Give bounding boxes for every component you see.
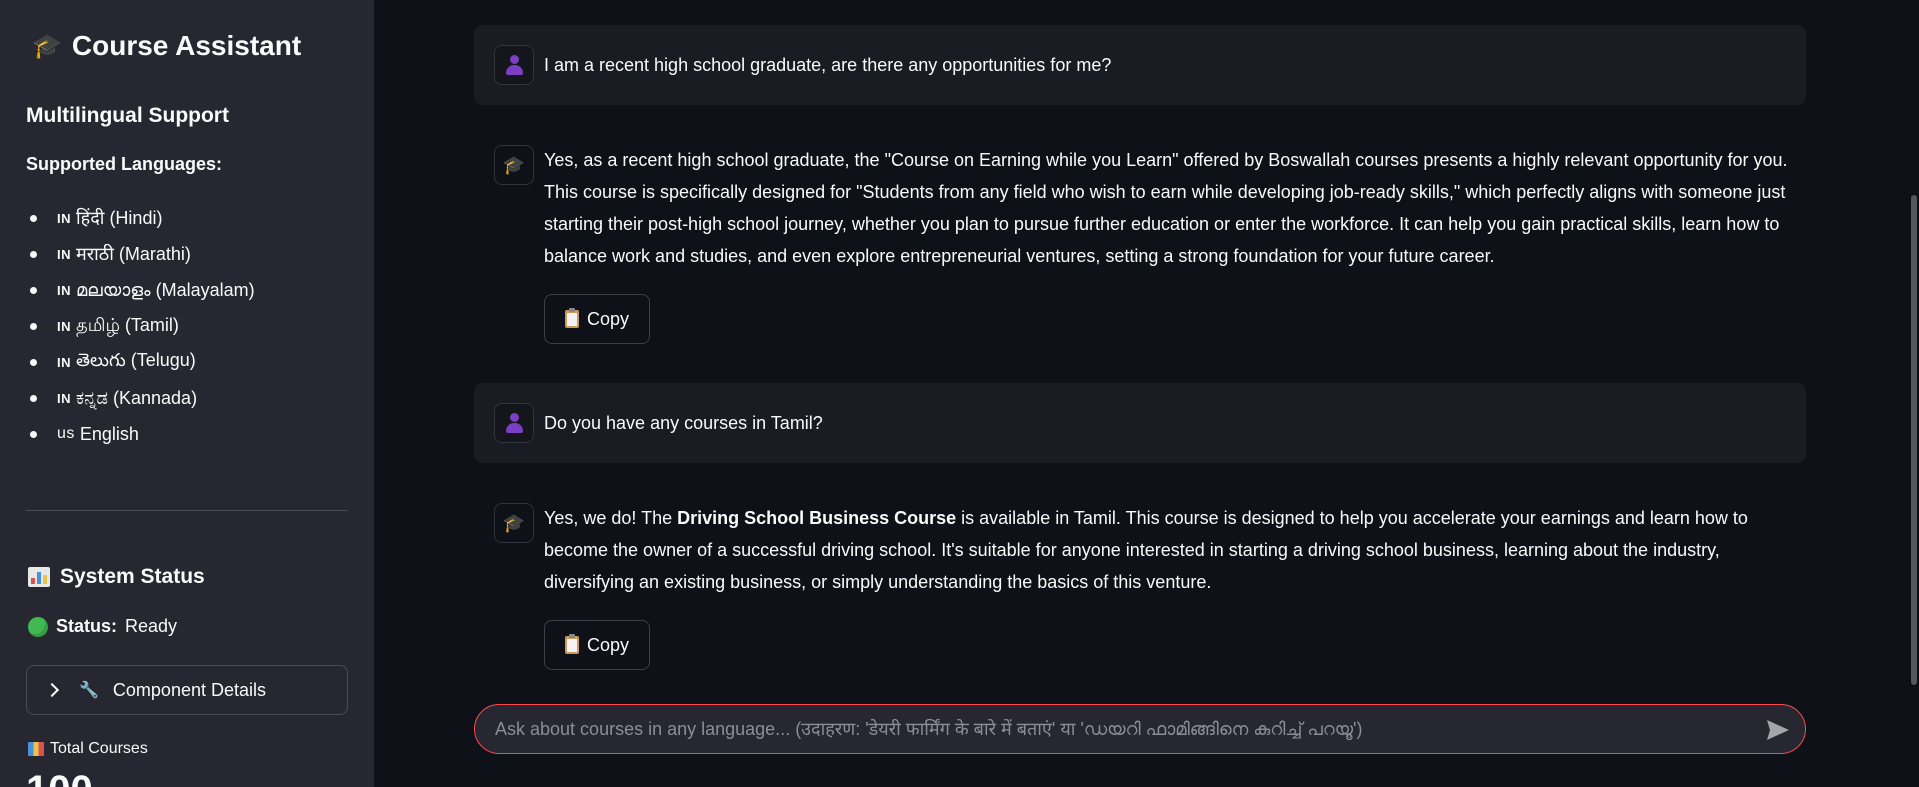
user-message: I am a recent high school graduate, are …	[474, 25, 1806, 105]
message-text: Do you have any courses in Tamil?	[544, 413, 823, 433]
status-value: Ready	[125, 616, 178, 636]
status-line: Status: Ready	[28, 616, 177, 637]
send-button[interactable]	[1765, 717, 1791, 743]
graduation-cap-icon: 🎓	[502, 154, 526, 175]
bullet	[30, 286, 37, 294]
flag-icon: IN	[57, 282, 71, 298]
language-label: मराठी (Marathi)	[76, 244, 191, 264]
app-title: 🎓 Course Assistant	[32, 30, 301, 62]
list-item: IN தமிழ் (Tamil)	[26, 308, 356, 344]
message-text: Yes, we do! The Driving School Business …	[544, 502, 1806, 598]
metric-label-text: Total Courses	[50, 740, 148, 757]
user-avatar	[494, 45, 534, 85]
user-icon	[505, 413, 523, 433]
component-details-label: Component Details	[112, 679, 267, 700]
assistant-message: 🎓 Yes, as a recent high school graduate,…	[474, 130, 1806, 350]
send-icon	[1767, 720, 1789, 740]
chat-input[interactable]	[495, 718, 1745, 740]
clipboard-icon	[564, 308, 579, 328]
assistant-avatar: 🎓	[494, 503, 534, 543]
copy-button[interactable]: Copy	[544, 294, 650, 344]
status-dot-icon	[28, 616, 48, 637]
copy-button[interactable]: Copy	[544, 620, 650, 670]
bullet	[30, 250, 37, 258]
user-icon	[505, 55, 523, 75]
wrench-icon: 🔧	[79, 682, 99, 699]
bar-chart-icon	[28, 567, 50, 587]
total-courses-value: 100	[26, 770, 93, 787]
course-name: Driving School Business Course	[677, 508, 957, 528]
chat-input-container	[474, 704, 1806, 754]
list-item: IN ಕನ್ನಡ (Kannada)	[26, 380, 356, 416]
system-status-heading: System Status	[28, 565, 205, 589]
bullet	[30, 322, 37, 330]
scrollbar-thumb[interactable]	[1911, 195, 1917, 685]
component-details-expander[interactable]: 🔧 Component Details	[26, 665, 348, 715]
flag-icon: IN	[57, 318, 71, 334]
language-label: മലയാളം (Malayalam)	[76, 279, 255, 300]
language-label: தமிழ் (Tamil)	[76, 314, 179, 335]
bullet	[30, 394, 37, 402]
flag-icon: IN	[57, 246, 71, 262]
flag-icon: us	[57, 425, 75, 442]
sidebar: 🎓 Course Assistant Multilingual Support …	[0, 0, 374, 787]
clipboard-icon	[564, 634, 579, 654]
list-item: us English	[26, 416, 356, 452]
language-list: IN हिंदी (Hindi) IN मराठी (Marathi) IN മലയാ…	[26, 200, 356, 452]
status-label: Status:	[56, 616, 118, 636]
divider	[26, 510, 348, 511]
books-icon	[28, 742, 44, 756]
supported-languages-heading: Supported Languages:	[26, 154, 223, 174]
bullet	[30, 214, 37, 222]
copy-label: Copy	[586, 634, 630, 655]
multilingual-heading: Multilingual Support	[26, 104, 229, 127]
user-avatar	[494, 403, 534, 443]
app-title-text: Course Assistant	[71, 30, 302, 61]
graduation-cap-icon: 🎓	[502, 512, 526, 533]
list-item: IN తెలుగు (Telugu)	[26, 344, 356, 380]
copy-label: Copy	[586, 308, 630, 329]
chevron-right-icon	[44, 682, 60, 698]
language-label: ಕನ್ನಡ (Kannada)	[76, 387, 198, 408]
assistant-avatar: 🎓	[494, 145, 534, 185]
language-label: English	[79, 423, 139, 444]
message-text: Yes, as a recent high school graduate, t…	[544, 150, 1788, 266]
message-text: I am a recent high school graduate, are …	[544, 55, 1112, 75]
language-label: తెలుగు (Telugu)	[76, 349, 196, 370]
user-message: Do you have any courses in Tamil?	[474, 383, 1806, 463]
system-status-text: System Status	[60, 565, 205, 588]
flag-icon: IN	[57, 210, 71, 226]
list-item: IN मराठी (Marathi)	[26, 236, 356, 272]
language-label: हिंदी (Hindi)	[76, 208, 163, 228]
flag-icon: IN	[57, 390, 71, 406]
list-item: IN हिंदी (Hindi)	[26, 200, 356, 236]
bullet	[30, 358, 37, 366]
graduation-cap-icon: 🎓	[32, 32, 62, 60]
assistant-message: 🎓 Yes, we do! The Driving School Busines…	[474, 488, 1806, 673]
chat-area: I am a recent high school graduate, are …	[374, 0, 1919, 787]
total-courses-label: Total Courses	[28, 740, 148, 758]
list-item: IN മലയാളം (Malayalam)	[26, 272, 356, 308]
message-text-part: Yes, we do! The	[544, 508, 678, 528]
flag-icon: IN	[57, 354, 71, 370]
bullet	[30, 430, 37, 438]
scrollbar[interactable]	[1907, 0, 1919, 787]
